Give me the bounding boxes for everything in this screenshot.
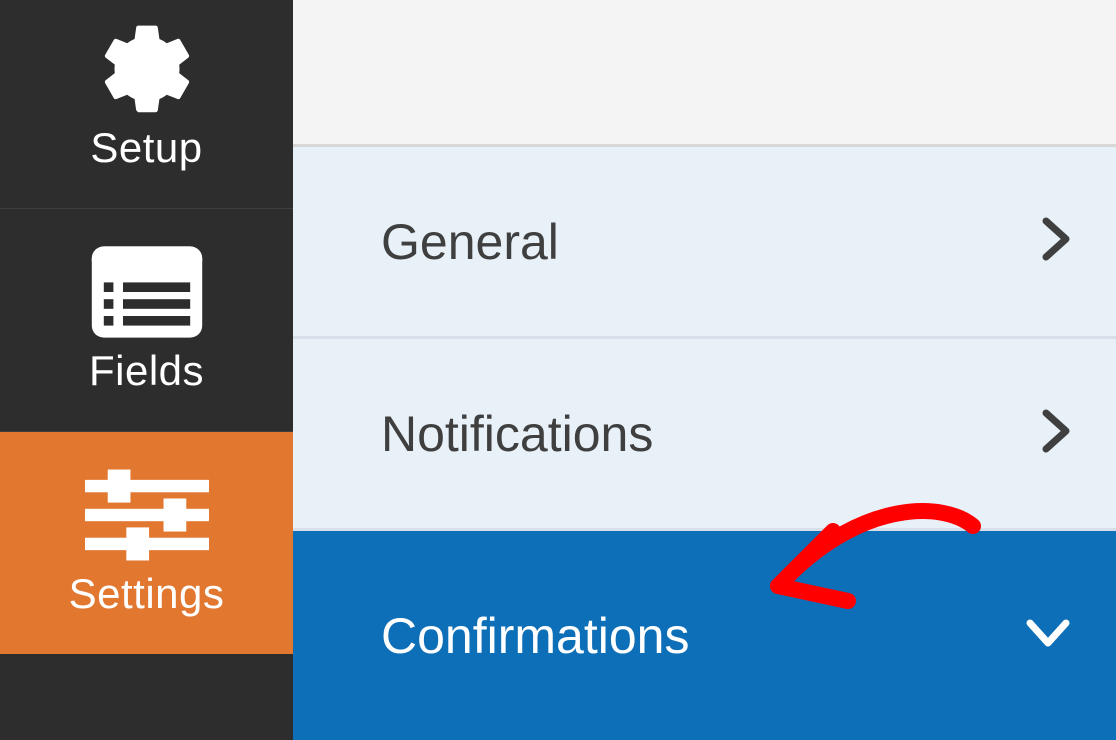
- list-box-icon: [88, 237, 206, 347]
- sidebar-item-setup[interactable]: Setup: [0, 0, 293, 209]
- settings-row-general[interactable]: General: [293, 147, 1116, 339]
- sliders-icon: [85, 460, 209, 570]
- sidebar-item-label: Settings: [69, 570, 225, 618]
- settings-row-confirmations[interactable]: Confirmations: [293, 531, 1116, 740]
- panel-row-label: Confirmations: [381, 607, 689, 665]
- gear-icon: [95, 14, 199, 124]
- sidebar-item-settings[interactable]: Settings: [0, 432, 293, 654]
- chevron-right-icon: [1042, 409, 1070, 458]
- panel-row-label: General: [381, 213, 559, 271]
- chevron-down-icon: [1026, 619, 1070, 652]
- panel-header-spacer: [293, 0, 1116, 147]
- settings-panel: General Notifications Confirmations: [293, 0, 1116, 740]
- sidebar-item-label: Setup: [90, 124, 202, 172]
- sidebar: Setup Fields: [0, 0, 293, 740]
- settings-row-notifications[interactable]: Notifications: [293, 339, 1116, 531]
- sidebar-item-label: Fields: [89, 347, 204, 395]
- chevron-right-icon: [1042, 217, 1070, 266]
- sidebar-item-fields[interactable]: Fields: [0, 209, 293, 432]
- app-root: Setup Fields: [0, 0, 1116, 740]
- panel-row-label: Notifications: [381, 405, 653, 463]
